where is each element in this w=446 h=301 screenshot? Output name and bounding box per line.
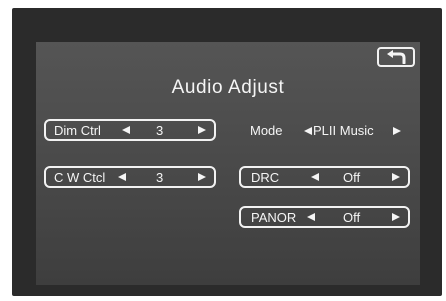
return-arrow-icon — [387, 50, 406, 64]
cw-ctrl-decrease-icon[interactable] — [118, 173, 126, 181]
drc-decrease-icon[interactable] — [311, 173, 319, 181]
drc-control[interactable]: DRC Off — [239, 166, 410, 188]
cw-ctrl-increase-icon[interactable] — [198, 173, 206, 181]
mode-decrease-icon[interactable] — [304, 126, 312, 135]
panor-increase-icon[interactable] — [392, 213, 400, 221]
dim-ctrl-control[interactable]: Dim Ctrl 3 — [44, 119, 216, 141]
mode-label: Mode — [250, 123, 283, 138]
drc-increase-icon[interactable] — [392, 173, 400, 181]
mode-increase-icon[interactable] — [393, 126, 401, 135]
drc-value: Off — [343, 170, 361, 185]
panor-control[interactable]: PANOR Off — [239, 206, 410, 228]
dim-ctrl-increase-icon[interactable] — [198, 126, 206, 134]
panor-label: PANOR — [251, 210, 297, 225]
cw-ctrl-label: C W Ctcl — [54, 170, 106, 185]
cw-ctrl-value: 3 — [156, 170, 164, 185]
panor-decrease-icon[interactable] — [307, 213, 315, 221]
page-title: Audio Adjust — [171, 77, 285, 98]
back-button[interactable] — [377, 47, 415, 67]
cw-ctrl-control[interactable]: C W Ctcl 3 — [44, 166, 216, 188]
panor-value: Off — [343, 210, 361, 225]
dim-ctrl-label: Dim Ctrl — [54, 123, 101, 138]
drc-label: DRC — [251, 170, 280, 185]
dim-ctrl-decrease-icon[interactable] — [122, 126, 130, 134]
dim-ctrl-value: 3 — [156, 123, 164, 138]
mode-value: PLII Music — [313, 123, 374, 138]
